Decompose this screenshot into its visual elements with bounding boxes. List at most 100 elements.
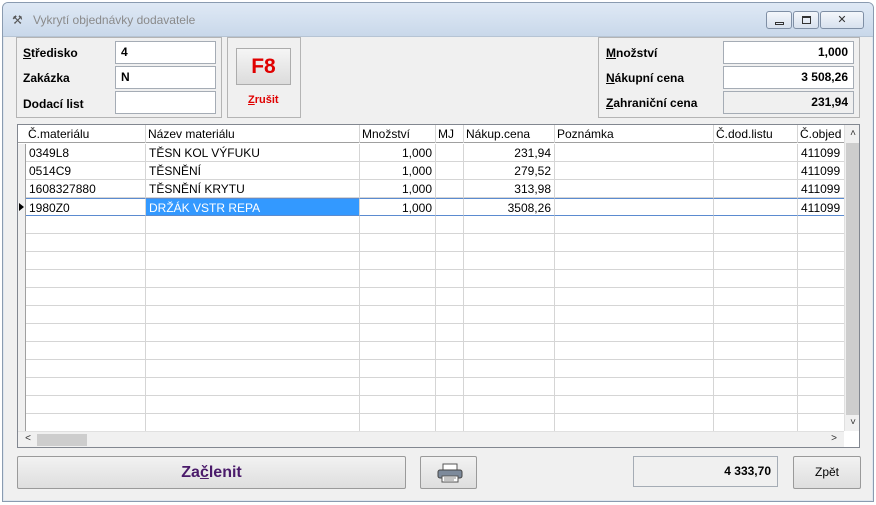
print-button[interactable] xyxy=(420,456,477,489)
col-header-nazev[interactable]: Název materiálu xyxy=(146,125,360,143)
scroll-up-icon[interactable]: ˄ xyxy=(845,128,859,139)
table-row[interactable] xyxy=(18,342,844,360)
cell-objed[interactable] xyxy=(798,342,844,360)
col-header-cislo[interactable]: Č.materiálu xyxy=(26,125,146,143)
cell-poznamka[interactable] xyxy=(555,396,714,414)
cell-poznamka[interactable] xyxy=(555,198,714,216)
cell-nakup-cena[interactable] xyxy=(464,414,555,432)
col-header-nakup-cena[interactable]: Nákup.cena xyxy=(464,125,555,143)
cell-poznamka[interactable] xyxy=(555,162,714,180)
cell-dod-listu[interactable] xyxy=(714,414,798,432)
table-row[interactable]: 1980Z0 DRŽÁK VSTR REPA 1,000 3508,26 411099 xyxy=(18,198,844,216)
cell-poznamka[interactable] xyxy=(555,324,714,342)
row-indicator[interactable] xyxy=(18,162,26,180)
row-indicator[interactable] xyxy=(18,414,26,432)
cell-nakup-cena[interactable] xyxy=(464,306,555,324)
cell-mj[interactable] xyxy=(436,216,464,234)
cell-nazev[interactable] xyxy=(146,270,360,288)
cell-mj[interactable] xyxy=(436,180,464,198)
cell-mnozstvi[interactable] xyxy=(360,288,436,306)
cell-cislo[interactable]: 0514C9 xyxy=(26,162,146,180)
cell-cislo[interactable] xyxy=(26,252,146,270)
cell-nazev[interactable] xyxy=(146,342,360,360)
cell-nakup-cena[interactable] xyxy=(464,378,555,396)
cell-nazev[interactable]: TĚSN KOL VÝFUKU xyxy=(146,144,360,162)
cell-mnozstvi[interactable] xyxy=(360,414,436,432)
vertical-scrollbar[interactable]: ˄ ˅ xyxy=(844,125,859,431)
cell-objed[interactable] xyxy=(798,216,844,234)
cell-nakup-cena[interactable] xyxy=(464,342,555,360)
cell-dod-listu[interactable] xyxy=(714,378,798,396)
cell-poznamka[interactable] xyxy=(555,144,714,162)
cell-mnozstvi[interactable] xyxy=(360,396,436,414)
table-row[interactable]: 1608327880 TĚSNĚNÍ KRYTU 1,000 313,98 411099 xyxy=(18,180,844,198)
row-indicator[interactable] xyxy=(18,216,26,234)
row-indicator[interactable] xyxy=(18,342,26,360)
cell-mj[interactable] xyxy=(436,324,464,342)
row-indicator[interactable] xyxy=(18,252,26,270)
col-header-dod-listu[interactable]: Č.dod.listu xyxy=(714,125,798,143)
cell-mnozstvi[interactable] xyxy=(360,306,436,324)
cell-mj[interactable] xyxy=(436,144,464,162)
cell-cislo[interactable] xyxy=(26,270,146,288)
row-indicator[interactable] xyxy=(18,396,26,414)
cell-nazev[interactable]: TĚSNĚNÍ xyxy=(146,162,360,180)
cell-poznamka[interactable] xyxy=(555,234,714,252)
cell-dod-listu[interactable] xyxy=(714,144,798,162)
vertical-scroll-thumb[interactable] xyxy=(846,143,859,415)
cell-dod-listu[interactable] xyxy=(714,252,798,270)
row-indicator[interactable] xyxy=(18,198,26,216)
row-indicator[interactable] xyxy=(18,270,26,288)
materials-grid[interactable]: Č.materiálu Název materiálu Množství MJ … xyxy=(17,124,860,448)
cell-nakup-cena[interactable] xyxy=(464,216,555,234)
cell-nakup-cena[interactable]: 231,94 xyxy=(464,144,555,162)
row-indicator[interactable] xyxy=(18,288,26,306)
col-header-objed[interactable]: Č.objed xyxy=(798,125,844,143)
cell-nakup-cena[interactable] xyxy=(464,270,555,288)
cell-dod-listu[interactable] xyxy=(714,342,798,360)
cell-mj[interactable] xyxy=(436,252,464,270)
cell-mnozstvi[interactable] xyxy=(360,252,436,270)
table-row[interactable] xyxy=(18,288,844,306)
cell-nazev[interactable] xyxy=(146,234,360,252)
cell-objed[interactable] xyxy=(798,324,844,342)
table-row[interactable] xyxy=(18,414,844,432)
cell-mj[interactable] xyxy=(436,360,464,378)
cell-mj[interactable] xyxy=(436,342,464,360)
cell-objed[interactable]: 411099 xyxy=(798,198,844,216)
cell-cislo[interactable] xyxy=(26,396,146,414)
col-header-mnozstvi[interactable]: Množství xyxy=(360,125,436,143)
cell-mnozstvi[interactable] xyxy=(360,342,436,360)
cell-objed[interactable] xyxy=(798,396,844,414)
table-row[interactable] xyxy=(18,360,844,378)
cell-poznamka[interactable] xyxy=(555,342,714,360)
cell-nazev[interactable]: DRŽÁK VSTR REPA xyxy=(146,198,360,216)
cell-mnozstvi[interactable]: 1,000 xyxy=(360,180,436,198)
cell-objed[interactable] xyxy=(798,306,844,324)
table-row[interactable]: 0514C9 TĚSNĚNÍ 1,000 279,52 411099 xyxy=(18,162,844,180)
stredisko-field[interactable]: 4 xyxy=(115,41,216,64)
cell-cislo[interactable]: 1608327880 xyxy=(26,180,146,198)
cell-objed[interactable] xyxy=(798,414,844,432)
cell-dod-listu[interactable] xyxy=(714,324,798,342)
table-row[interactable] xyxy=(18,270,844,288)
table-row[interactable] xyxy=(18,306,844,324)
cell-poznamka[interactable] xyxy=(555,360,714,378)
cell-nakup-cena[interactable] xyxy=(464,252,555,270)
cell-mnozstvi[interactable] xyxy=(360,234,436,252)
cell-objed[interactable]: 411099 xyxy=(798,162,844,180)
cell-nazev[interactable] xyxy=(146,378,360,396)
cell-cislo[interactable]: 0349L8 xyxy=(26,144,146,162)
cell-nazev[interactable] xyxy=(146,216,360,234)
dodaci-list-field[interactable] xyxy=(115,91,216,114)
cell-mj[interactable] xyxy=(436,306,464,324)
cell-objed[interactable] xyxy=(798,360,844,378)
cell-cislo[interactable] xyxy=(26,342,146,360)
cell-dod-listu[interactable] xyxy=(714,360,798,378)
cell-mj[interactable] xyxy=(436,378,464,396)
cell-dod-listu[interactable] xyxy=(714,180,798,198)
cell-poznamka[interactable] xyxy=(555,252,714,270)
cell-objed[interactable]: 411099 xyxy=(798,180,844,198)
cell-nakup-cena[interactable]: 3508,26 xyxy=(464,198,555,216)
f8-button[interactable]: F8 xyxy=(236,48,291,85)
